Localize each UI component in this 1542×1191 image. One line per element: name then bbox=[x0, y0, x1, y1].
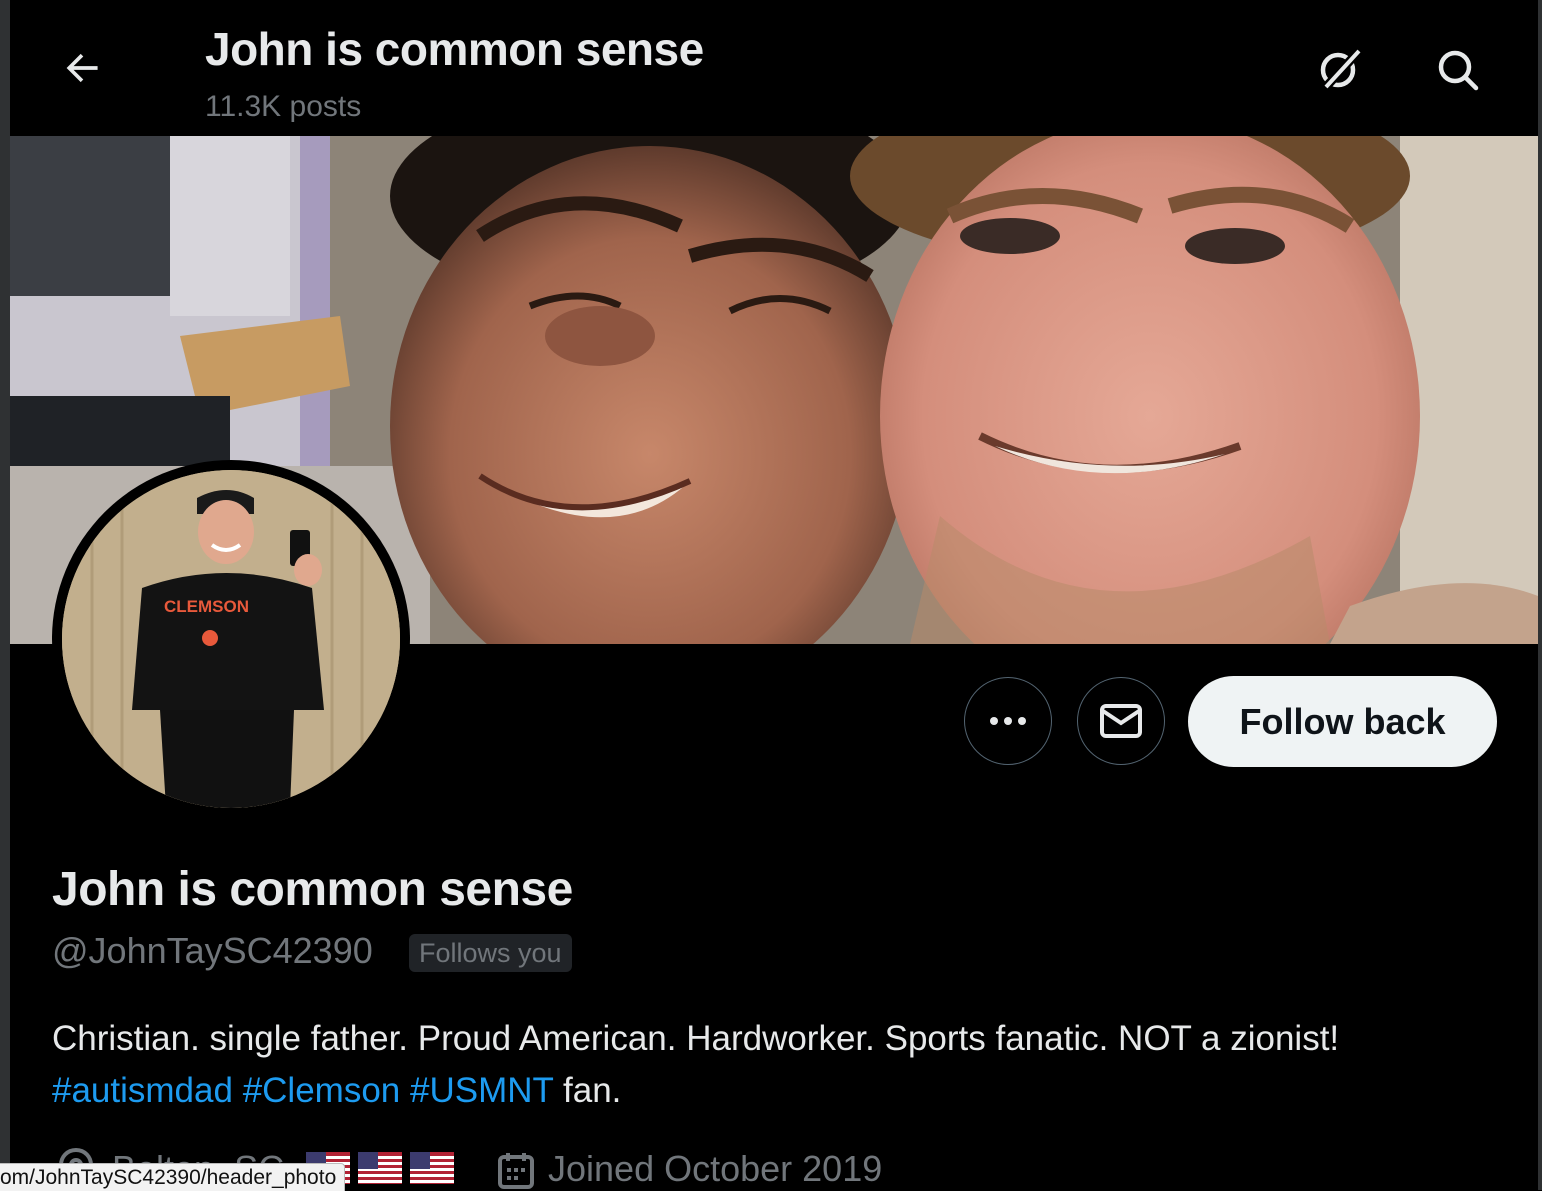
hashtag-link[interactable]: #USMNT bbox=[410, 1071, 553, 1110]
more-horizontal-icon bbox=[990, 717, 1026, 725]
grok-icon bbox=[1320, 48, 1362, 92]
search-icon bbox=[1438, 50, 1479, 91]
message-button[interactable] bbox=[1077, 677, 1165, 765]
page-title: John is common sense bbox=[205, 23, 704, 75]
posts-count: 11.3K posts bbox=[205, 90, 362, 123]
us-flag-icon bbox=[358, 1152, 402, 1184]
profile-bio: Christian. single father. Proud American… bbox=[52, 1013, 1522, 1117]
svg-text:CLEMSON: CLEMSON bbox=[164, 597, 249, 616]
avatar-image: CLEMSON bbox=[62, 470, 400, 808]
envelope-icon bbox=[1100, 704, 1142, 738]
us-flag-icon bbox=[410, 1152, 454, 1184]
grok-button[interactable] bbox=[1310, 40, 1370, 100]
back-button[interactable] bbox=[54, 40, 110, 96]
arrow-left-icon bbox=[66, 53, 98, 83]
window-edge-left bbox=[0, 0, 10, 1190]
calendar-icon bbox=[498, 1153, 534, 1189]
follow-back-button[interactable]: Follow back bbox=[1188, 676, 1497, 767]
bio-text: Christian. single father. Proud American… bbox=[52, 1019, 1340, 1058]
profile-avatar[interactable]: CLEMSON bbox=[52, 460, 410, 818]
follows-you-badge: Follows you bbox=[409, 934, 572, 972]
profile-handle: @JohnTaySC42390 bbox=[52, 930, 373, 971]
more-options-button[interactable] bbox=[964, 677, 1052, 765]
profile-display-name: John is common sense bbox=[52, 863, 573, 916]
search-button[interactable] bbox=[1428, 40, 1488, 100]
top-bar: John is common sense 11.3K posts bbox=[10, 0, 1538, 136]
window-edge-right bbox=[1538, 0, 1542, 1190]
joined-date: Joined October 2019 bbox=[548, 1148, 883, 1189]
hashtag-link[interactable]: #autismdad bbox=[52, 1071, 233, 1110]
bio-suffix: fan. bbox=[563, 1071, 622, 1110]
browser-status-url: om/JohnTaySC42390/header_photo bbox=[0, 1163, 346, 1191]
hashtag-link[interactable]: #Clemson bbox=[243, 1071, 401, 1110]
